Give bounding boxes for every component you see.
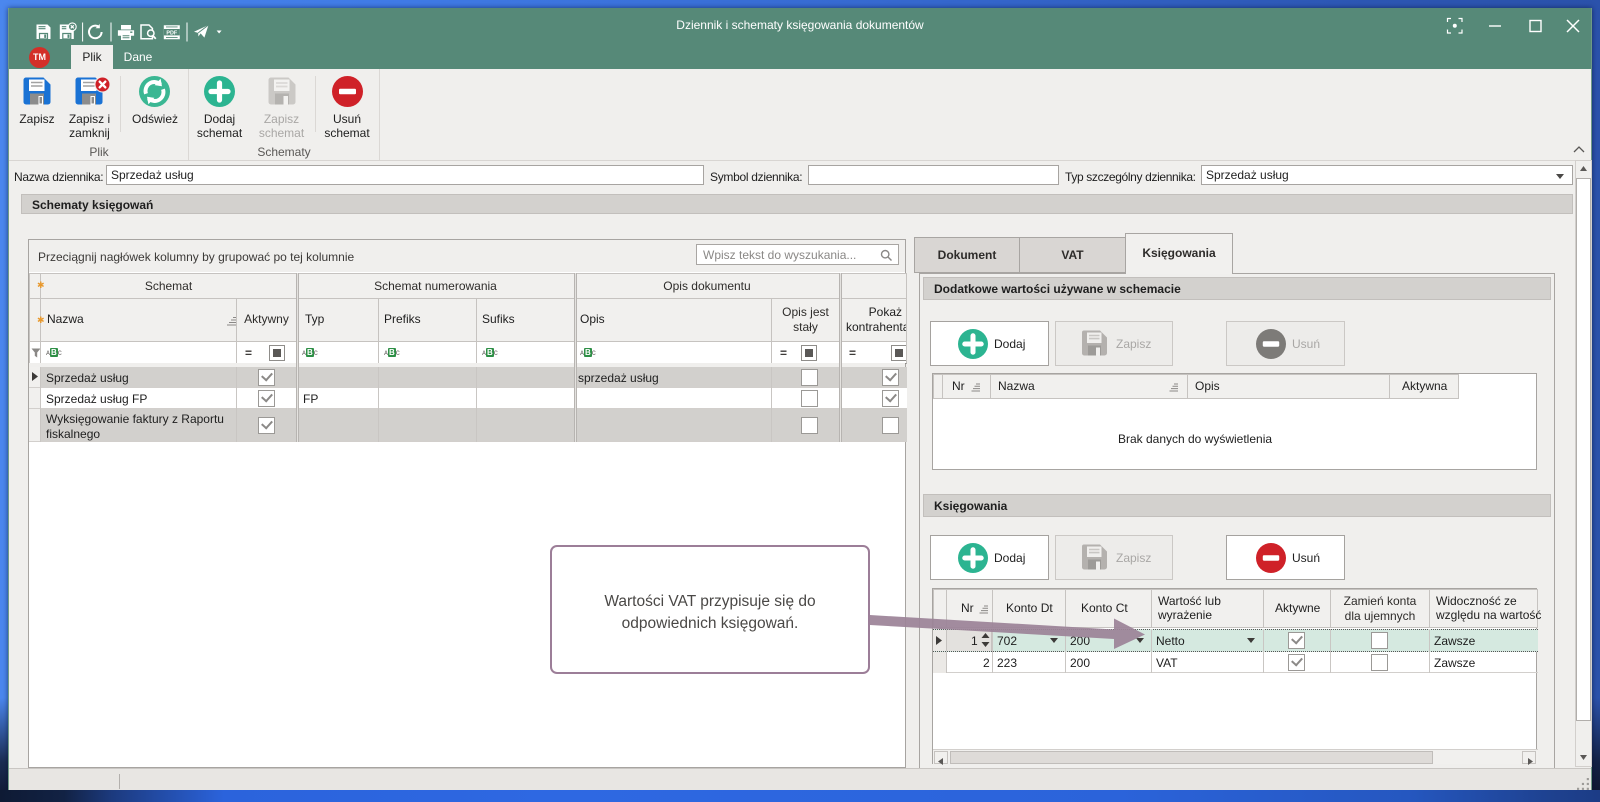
svg-text:PDF: PDF bbox=[166, 30, 177, 36]
